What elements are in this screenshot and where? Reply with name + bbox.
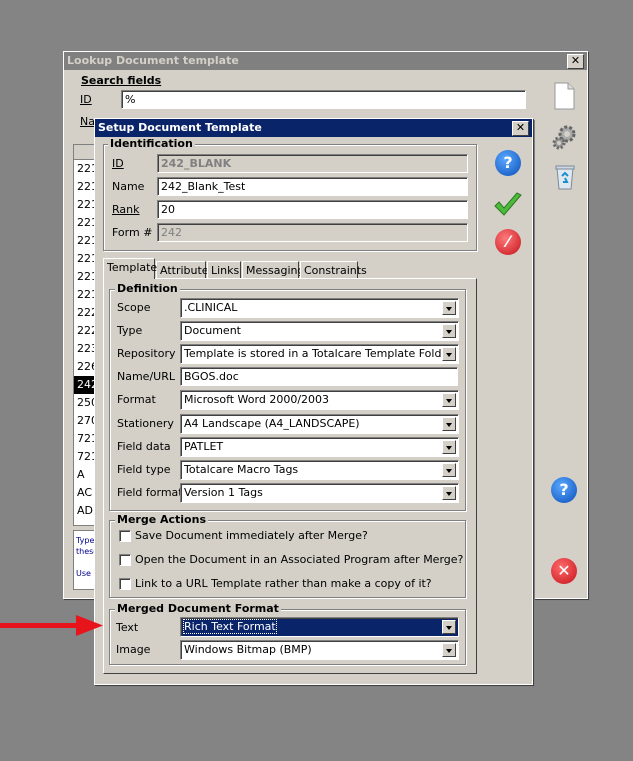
- definition-select[interactable]: Totalcare Macro Tags: [180, 460, 459, 480]
- recycle-bin-icon[interactable]: [554, 164, 576, 190]
- chevron-down-icon[interactable]: [442, 347, 456, 361]
- ident-rank-input[interactable]: 20: [157, 200, 468, 219]
- definition-label: Format: [117, 393, 156, 406]
- merge-action-checkbox[interactable]: [119, 554, 131, 566]
- merge-actions-title: Merge Actions: [115, 513, 208, 526]
- tab-constraints[interactable]: Constraints: [300, 261, 367, 279]
- chevron-down-icon[interactable]: [442, 486, 456, 500]
- definition-value: PATLET: [184, 440, 224, 453]
- definition-input[interactable]: BGOS.doc: [180, 367, 458, 386]
- search-fields-title: Search fields: [81, 74, 162, 87]
- lookup-window-titlebar[interactable]: Lookup Document template ✕: [64, 52, 587, 70]
- merge-action-label[interactable]: Open the Document in an Associated Progr…: [135, 553, 463, 566]
- cancel-icon[interactable]: ⁄: [495, 229, 521, 255]
- tab-attributes[interactable]: Attributes: [156, 261, 214, 279]
- definition-select[interactable]: Template is stored in a Totalcare Templa…: [180, 344, 459, 364]
- ident-rank-label: Rank: [112, 203, 140, 216]
- definition-value: BGOS.doc: [184, 370, 239, 383]
- definition-select[interactable]: PATLET: [180, 437, 459, 457]
- tab-template[interactable]: Template: [103, 258, 157, 279]
- definition-value: Totalcare Macro Tags: [184, 463, 299, 476]
- definition-value: Template is stored in a Totalcare Templa…: [184, 347, 453, 360]
- definition-value: Version 1 Tags: [184, 486, 263, 499]
- definition-select[interactable]: Version 1 Tags: [180, 483, 459, 503]
- chevron-down-icon[interactable]: [442, 463, 456, 477]
- red-arrow-annotation: [0, 614, 104, 638]
- identification-title: Identification: [108, 137, 195, 150]
- definition-value: .CLINICAL: [184, 301, 238, 314]
- outer-help-icon[interactable]: ?: [551, 477, 577, 503]
- search-id-input[interactable]: %: [121, 90, 526, 109]
- merged-text-value: Rich Text Format: [183, 619, 277, 634]
- definition-select[interactable]: Microsoft Word 2000/2003: [180, 390, 459, 410]
- merge-action-checkbox[interactable]: [119, 578, 131, 590]
- merge-action-label[interactable]: Save Document immediately after Merge?: [135, 529, 368, 542]
- lookup-window-title: Lookup Document template: [67, 54, 239, 67]
- definition-label: Scope: [117, 301, 151, 314]
- search-name-label: Na: [80, 115, 95, 128]
- tab-links[interactable]: Links: [207, 261, 241, 279]
- definition-label: Field type: [117, 463, 171, 476]
- merged-text-select[interactable]: Rich Text Format: [180, 617, 459, 637]
- definition-label: Stationery: [117, 417, 174, 430]
- ident-name-label: Name: [112, 180, 145, 193]
- definition-value: Document: [184, 324, 241, 337]
- setup-close-button[interactable]: ✕: [512, 121, 529, 136]
- ok-check-icon[interactable]: [493, 191, 523, 219]
- definition-title: Definition: [115, 282, 180, 295]
- definition-select[interactable]: A4 Landscape (A4_LANDSCAPE): [180, 414, 459, 434]
- lookup-close-button[interactable]: ✕: [567, 54, 584, 69]
- definition-label: Name/URL: [117, 370, 175, 383]
- ident-id-label: ID: [112, 157, 124, 170]
- settings-gear-icon[interactable]: [552, 124, 578, 150]
- definition-select[interactable]: .CLINICAL: [180, 298, 459, 318]
- merge-action-checkbox[interactable]: [119, 530, 131, 542]
- merged-text-label: Text: [116, 621, 139, 634]
- setup-dialog: Setup Document Template ✕ Identification…: [94, 118, 533, 685]
- definition-value: Microsoft Word 2000/2003: [184, 393, 330, 406]
- setup-dialog-title: Setup Document Template: [98, 121, 262, 134]
- ident-name-input[interactable]: 242_Blank_Test: [157, 177, 468, 196]
- definition-value: A4 Landscape (A4_LANDSCAPE): [184, 417, 360, 430]
- ident-form-field: 242: [157, 223, 468, 242]
- chevron-down-icon[interactable]: [442, 643, 456, 657]
- merged-image-select[interactable]: Windows Bitmap (BMP): [180, 640, 459, 660]
- ident-form-label: Form #: [112, 226, 153, 239]
- setup-dialog-titlebar[interactable]: Setup Document Template ✕: [95, 119, 532, 137]
- merge-action-label[interactable]: Link to a URL Template rather than make …: [135, 577, 432, 590]
- chevron-down-icon[interactable]: [442, 440, 456, 454]
- new-document-icon[interactable]: [553, 82, 575, 110]
- ident-id-field: 242_BLANK: [157, 154, 468, 173]
- definition-label: Field data: [117, 440, 171, 453]
- chevron-down-icon[interactable]: [442, 393, 456, 407]
- outer-close-icon[interactable]: ✕: [551, 558, 577, 584]
- chevron-down-icon[interactable]: [442, 301, 456, 315]
- merged-image-value: Windows Bitmap (BMP): [184, 643, 312, 656]
- definition-label: Repository: [117, 347, 176, 360]
- dialog-help-icon[interactable]: ?: [495, 150, 521, 176]
- chevron-down-icon[interactable]: [442, 417, 456, 431]
- chevron-down-icon[interactable]: [442, 620, 456, 634]
- definition-label: Field format: [117, 486, 183, 499]
- tab-messaging[interactable]: Messaging: [242, 261, 304, 279]
- chevron-down-icon[interactable]: [442, 324, 456, 338]
- search-id-label: ID: [80, 93, 92, 106]
- merged-image-label: Image: [116, 643, 151, 656]
- merged-format-title: Merged Document Format: [115, 602, 281, 615]
- definition-select[interactable]: Document: [180, 321, 459, 341]
- definition-label: Type: [117, 324, 143, 337]
